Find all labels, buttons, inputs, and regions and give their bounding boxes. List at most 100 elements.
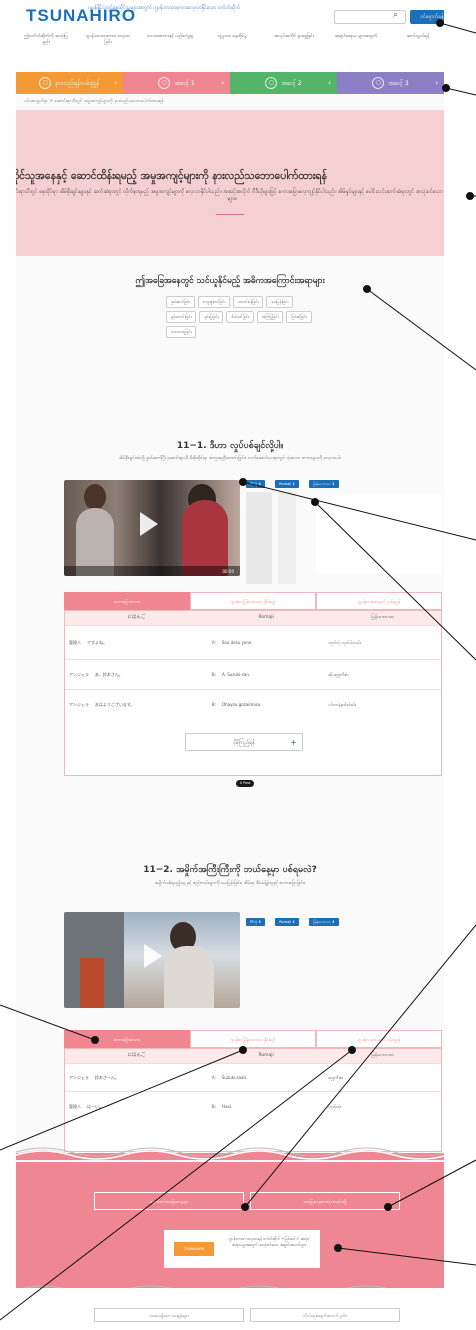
topic-tag[interactable]: မေးမြန်းခြင်း [266,296,294,308]
chevron-right-icon: › [114,79,117,87]
hero-description: ဆောင်းရာသီတွင် နေထိုင်ရာ အိမ်နီးချင်းမျာ… [16,189,444,202]
topic-tag[interactable]: တောင်းပန်ခြင်း [233,296,264,308]
speaker-name: 管理人 [69,639,81,645]
level2-icon: ○ [265,77,278,89]
table-row: アンジェラ あ、鈴木さん。 B: A, Suzuki-san. အို၊ ဆူဇူက… [65,659,441,689]
lesson-description: အမှိုက်ပစ်ရမည့်နေ့ နှင့် စည်းကမ်းများကို… [154,881,306,886]
video-controls[interactable] [64,566,240,576]
tab-pronunciation[interactable]: ဂျပန်စာ အသံထွက် လမ်းညွှန် [316,1030,442,1048]
topic-tag[interactable]: ဖိတ်ခေါ်ခြင်း [226,311,254,323]
transcript-tabs: စကားပြောစာသား ဂျပန်စာ မြန်မာဘာသာ နှိုင်း… [64,592,442,610]
topic-tags: နှုတ်ဆက်ခြင်း ကျေးဇူးတင်ခြင်း တောင်းပန်ခ… [166,296,316,338]
video-person [182,500,228,576]
chevron-right-icon: › [221,79,224,87]
nav-item-culture[interactable]: ဘာသာစကားနှင့် ယဉ်ကျေးမှု [146,34,194,46]
play-icon[interactable] [144,944,162,968]
show-more-button[interactable]: ပိုမိုကြည့်ရန် + [185,733,303,751]
tab-transcript[interactable]: စကားပြောစာသား [64,1030,190,1048]
video-player[interactable] [64,912,240,1008]
tab-comparison[interactable]: ဂျပန်စာ မြန်မာဘာသာ နှိုင်းယှဉ် [190,1030,316,1048]
speaker-tag: A: [211,639,216,645]
romaji-line: A, Suzuki-san. [221,671,251,677]
speaker-name: アンジェラ [69,1074,89,1080]
myanmar-line: အို၊ ဆူဇူကီးစံ။ [328,671,349,677]
page: TSUNAHIRO ဂျပန်နိုင်ငံတွင်နေထိုင်သူများအ… [16,0,444,1330]
nav-item-how-to-use[interactable]: ဤဝက်ဘ်ဆိုက်ကို အသုံးပြုနည်း [22,34,70,46]
video-scene [80,958,104,1008]
side-panel [316,494,442,574]
page-title: နေထိုင်သူအနေနှင့် ဆောင်ထိန်းရမည့် အမှုအက… [16,170,327,182]
play-icon[interactable] [140,512,158,536]
level-tabs: ○ နားလည်ရန်လမ်းညွှန် › ○ အဆင့် 1 › ○ အဆင… [16,72,444,94]
topic-tag[interactable]: ငြင်းဆိုခြင်း [286,311,312,323]
lesson-title: 11−1. ဒီဟာ လှုပ်ပစ်ချင်လို့ပါ။ [176,441,284,451]
faq-link[interactable]: မေးလေ့ရှိသော မေးခွန်းများ [94,1308,244,1322]
table-footer: ပိုမိုကြည့်ရန် + [65,719,441,775]
transcript-tabs: စကားပြောစာသား ဂျပန်စာ မြန်မာဘာသာ နှိုင်း… [64,1030,442,1048]
column-header: Romaji [258,615,274,620]
privacy-link[interactable]: ကိုယ်ရေးအချက်အလက် မူဝါဒ [250,1308,400,1322]
transcript-table: にほんご Romaji မြန်မာဘာသာ 管理人 ですよね。 A: Sou de… [64,610,442,776]
column-header: မြန်မာဘာသာ [371,1053,394,1058]
promo-banner[interactable]: TSUNAHIRO ဂျပန်ဘာသာ လေ့လာရန် ဝက်ဘ်ဆိုက် … [164,1230,320,1268]
japanese-line: はーい。 [87,1103,103,1109]
romaji-line: Sou desu yone. [221,639,253,645]
download-video-button[interactable]: ဗီဒီယို ⬇ [246,480,266,488]
tab-comparison[interactable]: ဂျပန်စာ မြန်မာဘာသာ နှိုင်းယှဉ် [190,592,316,610]
x-post-button[interactable]: X Post [236,780,254,787]
main-nav: ဤဝက်ဘ်ဆိုက်ကို အသုံးပြုနည်း ဂျပန်ဘာသာစကာ… [22,34,442,46]
search-icon[interactable]: ⌕ [393,10,398,20]
show-more-label: ပိုမိုကြည့်ရန် [233,740,255,746]
table-row: アンジェラ おはようございます。 B: Ohayou gozaimasu. မင်္… [65,689,441,719]
table-row: アンジェラ 鈴木さーん。 A: Suzuki-saan. ဆူဇူကီးစံ။ [65,1063,441,1091]
japanese-line: おはようございます。 [94,701,135,707]
level-tab-guide[interactable]: ○ နားလည်ရန်လမ်းညွှန် › [16,72,123,94]
speaker-tag: B: [211,671,216,677]
download-myanmar-button[interactable]: မြန်မာဘာသာ ⬇ [309,480,339,488]
level-tab-1[interactable]: ○ အဆင့် 1 › [123,72,230,94]
tab-transcript[interactable]: စကားပြောစာသား [64,592,190,610]
japanese-line: ですよね。 [87,639,107,645]
nav-item-life[interactable]: လူမှုဘဝ နေထိုင်မှု [208,34,256,46]
banner-logo: TSUNAHIRO [174,1242,214,1256]
table-header: にほんご Romaji မြန်မာဘာသာ [65,1049,441,1063]
topic-tag[interactable]: ကျေးဇူးတင်ခြင်း [197,296,231,308]
banner-text: ဂျပန်ဘာသာ လေ့လာရန် ဝက်ဘ်ဆိုက် ＜ပြင်ဆင်＞ … [228,1236,310,1247]
site-tagline: ဂျပန်နိုင်ငံတွင်နေထိုင်သူများအတွက် ဂျပန်… [88,5,241,11]
download-myanmar-button[interactable]: မြန်မာဘာသာ ⬇ [309,918,339,926]
romaji-line: Haai. [221,1103,233,1109]
compass-icon: ○ [39,77,52,89]
level1-icon: ○ [158,77,171,89]
topic-tag[interactable]: အကြံပြုခြင်း [256,311,284,323]
video-player[interactable]: 00:00 [64,480,240,576]
speaker-tag: B: [211,1103,216,1109]
topic-tag[interactable]: ခွင့်တောင်းခြင်း [166,311,197,323]
nav-item-jobs[interactable]: အလုပ်အကိုင် ရှာဖွေခြင်း [270,34,318,46]
nav-item-contact[interactable]: ဆက်သွယ်ရန် [394,34,442,46]
chevron-right-icon: › [435,79,438,87]
login-button[interactable]: ဝင်ရောက်ရန် [410,10,444,24]
topic-tag[interactable]: နှုတ်ဆက်ခြင်း [166,296,195,308]
breadcrumb[interactable]: ပင်မစာမျက်နှာ > ဆောင်းရာသီတွင် အမှုအကျင့… [24,99,163,105]
ad-placeholder [246,492,272,584]
myanmar-line: ဆူဇူကီးစံ။ [328,1074,344,1080]
download-video-button[interactable]: ဗီဒီယို ⬇ [246,918,266,926]
level-tab-3[interactable]: ○ အဆင့် 3 › [337,72,444,94]
level-tab-2[interactable]: ○ အဆင့် 2 › [230,72,337,94]
topic-tag[interactable]: သဘောတူခြင်း [166,326,197,338]
nav-item-study[interactable]: ဂျပန်ဘာသာစကား လေ့လာခြင်း [84,34,132,46]
download-romaji-button[interactable]: Romaji ⬇ [275,918,300,926]
topic-tag[interactable]: ရှင်းပြခြင်း [199,311,224,323]
speaker-tag: A: [211,1074,216,1080]
tab-pronunciation[interactable]: ဂျပန်စာ အသံထွက် လမ်းညွှန် [316,592,442,610]
all-situations-button[interactable]: အခြေအနေအားလုံး စာရင်းသို့ [250,1192,400,1210]
romaji-line: Ohayou gozaimasu. [221,701,262,707]
download-buttons: ဗီဒီယို ⬇ Romaji ⬇ မြန်မာဘာသာ ⬇ [246,918,339,926]
hero-section: နေထိုင်သူအနေနှင့် ဆောင်ထိန်းရမည့် အမှုအက… [16,110,444,256]
speaker-tag: B: [211,701,216,707]
column-header: Romaji [258,1053,274,1058]
download-romaji-button[interactable]: Romaji ⬇ [275,480,300,488]
nav-item-teachers[interactable]: ဆရာ/ဆရာမ များအတွက် [332,34,380,46]
more-situations-button[interactable]: နောက်ထပ်အခြေအနေများ [94,1192,244,1210]
column-header: にほんご [127,615,146,620]
